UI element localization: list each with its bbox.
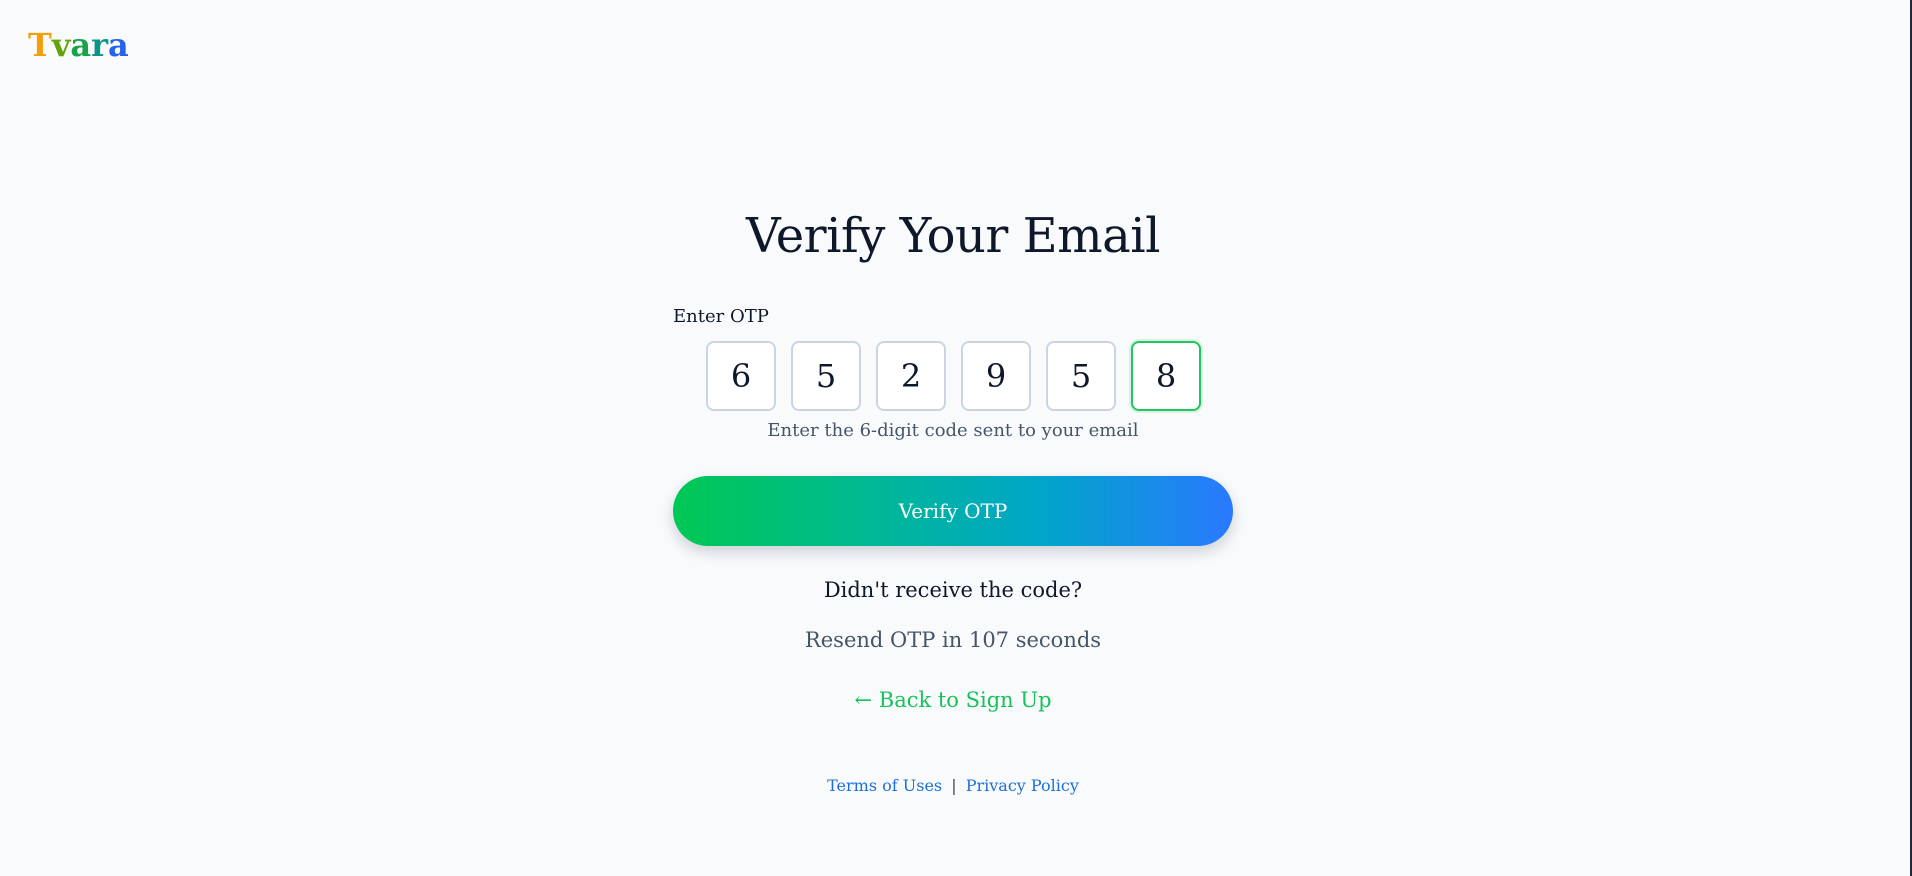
verify-otp-button[interactable]: Verify OTP <box>673 476 1233 546</box>
otp-digit-1[interactable] <box>706 341 776 411</box>
otp-digit-6[interactable] <box>1131 341 1201 411</box>
logo-letter: r <box>91 26 108 64</box>
otp-hint: Enter the 6-digit code sent to your emai… <box>767 420 1139 441</box>
back-to-signup-link[interactable]: ← Back to Sign Up <box>673 688 1233 712</box>
terms-link[interactable]: Terms of Uses <box>827 776 942 795</box>
logo-letter: a <box>108 26 129 64</box>
privacy-link[interactable]: Privacy Policy <box>966 776 1079 795</box>
otp-digit-4[interactable] <box>961 341 1031 411</box>
otp-digit-5[interactable] <box>1046 341 1116 411</box>
resend-countdown: Resend OTP in 107 seconds <box>804 628 1102 652</box>
logo-letter: a <box>70 26 92 64</box>
page-title: Verify Your Email <box>745 208 1161 264</box>
footer-separator: | <box>951 776 957 795</box>
didnt-receive-text: Didn't receive the code? <box>823 578 1083 602</box>
otp-label: Enter OTP <box>673 306 769 327</box>
logo-letter: T <box>28 26 52 64</box>
footer-links: Terms of Uses | Privacy Policy <box>673 776 1233 795</box>
otp-digit-3[interactable] <box>876 341 946 411</box>
otp-input-group <box>706 341 1201 411</box>
brand-logo[interactable]: T v a r a <box>28 26 129 64</box>
logo-letter: v <box>51 26 71 64</box>
otp-digit-2[interactable] <box>791 341 861 411</box>
